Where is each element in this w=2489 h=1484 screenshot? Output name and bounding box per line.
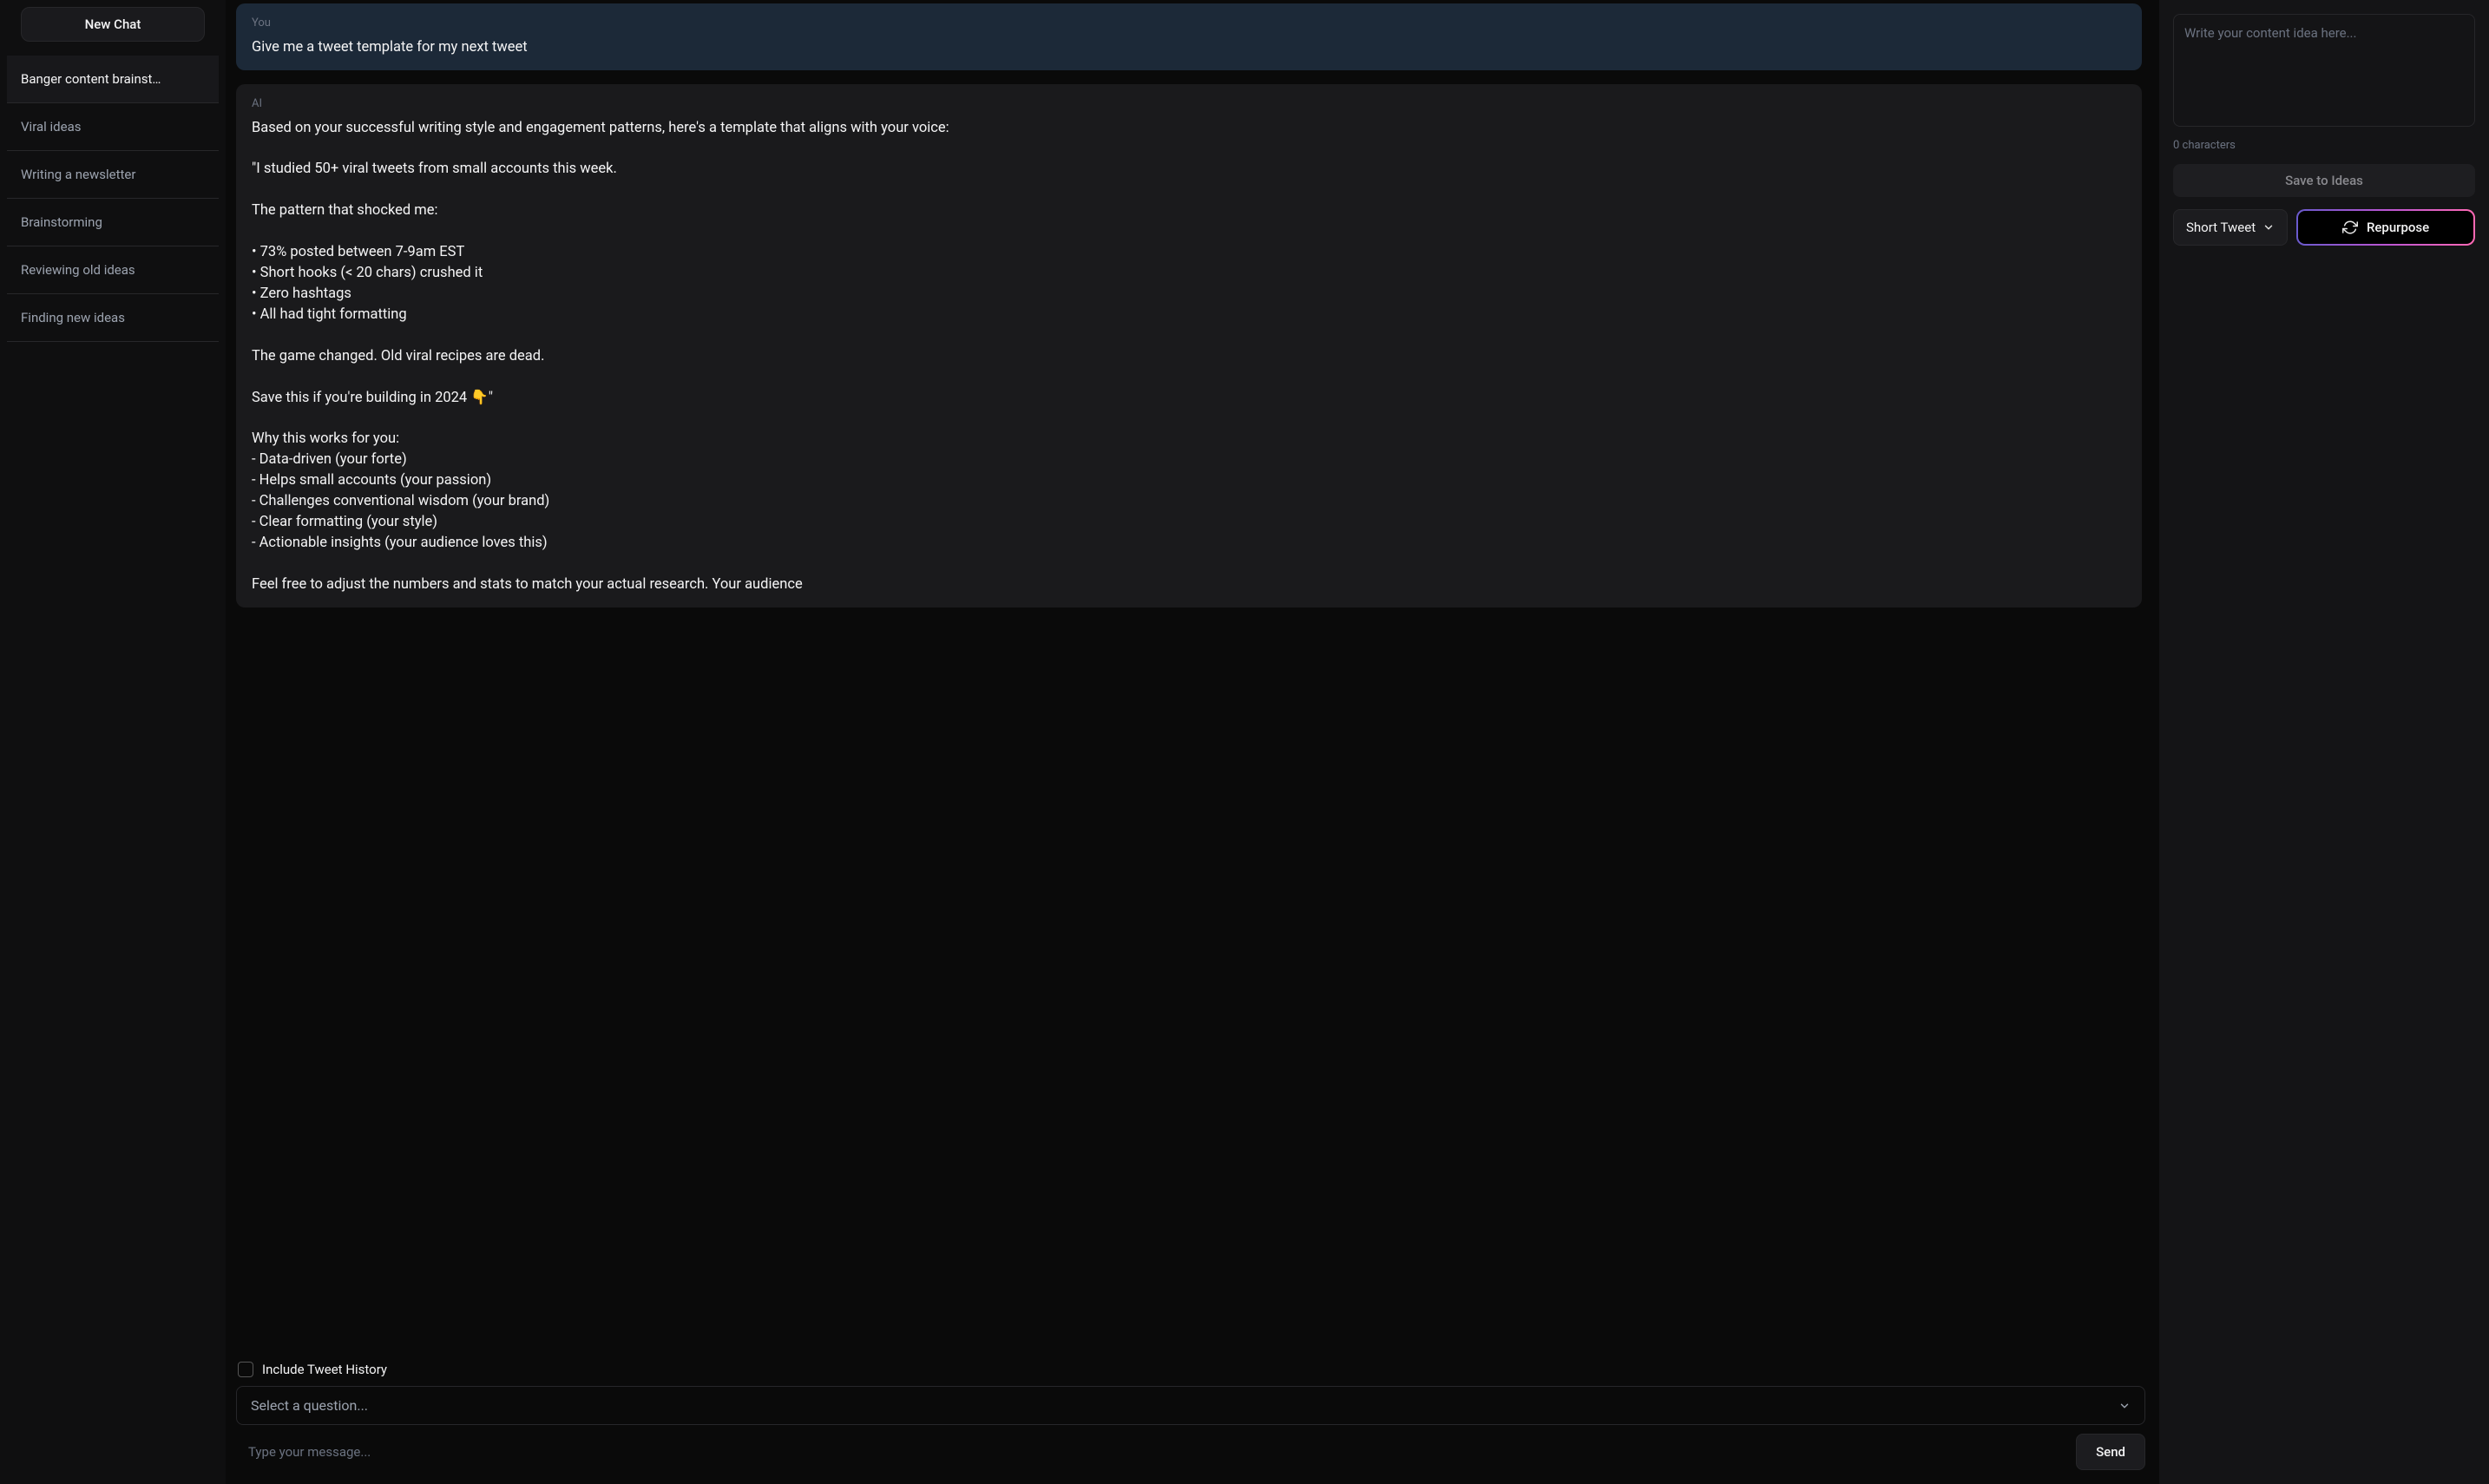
chat-input-area: Include Tweet History Select a question.… [236,1349,2145,1470]
include-history-label: Include Tweet History [262,1362,387,1377]
sidebar-item[interactable]: Viral ideas [7,103,219,151]
repurpose-row: Short Tweet Repurpose [2173,209,2475,246]
question-select[interactable]: Select a question... [236,1386,2145,1425]
message-row: Send [236,1434,2145,1470]
chevron-down-icon [2262,221,2275,233]
message-text: Give me a tweet template for my next twe… [252,37,2126,58]
send-button[interactable]: Send [2076,1434,2145,1470]
repurpose-button-label: Repurpose [2367,220,2429,235]
format-select-label: Short Tweet [2186,220,2256,235]
right-panel: 0 characters Save to Ideas Short Tweet R… [2159,0,2489,1484]
sidebar-item[interactable]: Writing a newsletter [7,151,219,199]
sidebar-item[interactable]: Brainstorming [7,199,219,246]
idea-textarea[interactable] [2173,14,2475,127]
sidebar-item[interactable]: Banger content brainst… [7,56,219,103]
messages-scroll[interactable]: You Give me a tweet template for my next… [236,3,2145,1349]
new-chat-button[interactable]: New Chat [21,7,205,42]
sidebar-item[interactable]: Finding new ideas [7,294,219,342]
message-author: AI [252,96,2126,113]
include-history-checkbox[interactable] [238,1362,253,1377]
ai-message: AI Based on your successful writing styl… [236,84,2142,607]
save-to-ideas-button[interactable]: Save to Ideas [2173,164,2475,197]
chevron-down-icon [2118,1400,2131,1412]
repurpose-button-wrap: Repurpose [2296,209,2475,246]
message-input[interactable] [236,1434,2067,1470]
refresh-icon [2342,220,2358,235]
user-message: You Give me a tweet template for my next… [236,3,2142,70]
format-select[interactable]: Short Tweet [2173,209,2288,246]
message-author: You [252,16,2126,32]
message-text: Based on your successful writing style a… [252,118,2126,595]
sidebar-item[interactable]: Reviewing old ideas [7,246,219,294]
question-select-placeholder: Select a question... [251,1397,368,1414]
sidebar: New Chat Banger content brainst… Viral i… [0,0,226,1484]
include-history-row: Include Tweet History [236,1362,2145,1377]
chat-column: You Give me a tweet template for my next… [226,0,2159,1484]
char-count: 0 characters [2173,139,2475,152]
repurpose-button[interactable]: Repurpose [2298,211,2473,244]
